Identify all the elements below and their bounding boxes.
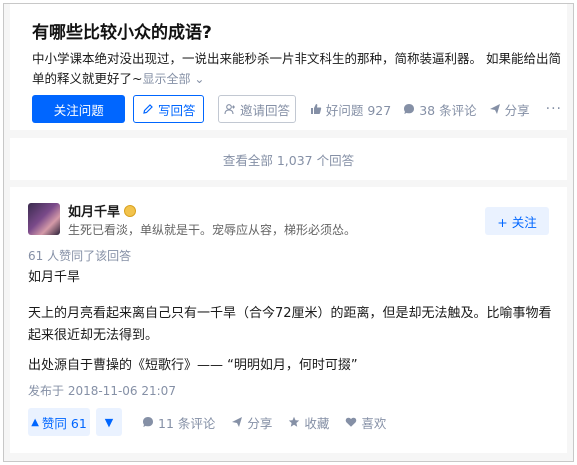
question-card: 有哪些比较小众的成语? 中小学课本绝对没出现过，一说出来能秒杀一片非文科生的那种… <box>10 4 567 130</box>
triangle-down-icon: ▼ <box>104 415 114 429</box>
good-question-label: 好问题 927 <box>325 102 392 118</box>
answer-paragraph: 出处源自于曹操的《短歌行》—— “明明如月，何时可掇” <box>28 358 358 373</box>
show-all-link[interactable]: 显示全部 ⌄ <box>142 72 204 86</box>
thumbs-up-icon <box>310 104 322 114</box>
comment-icon <box>143 417 153 427</box>
page-frame: 有哪些比较小众的成语? 中小学课本绝对没出现过，一说出来能秒杀一片非文科生的那种… <box>3 3 574 462</box>
question-title[interactable]: 有哪些比较小众的成语? <box>32 18 212 43</box>
publish-date[interactable]: 发布于 2018-11-06 21:07 <box>28 382 176 399</box>
answer-share-label: 分享 <box>247 415 273 431</box>
star-icon <box>289 416 300 427</box>
answer-share-button[interactable]: 分享 <box>231 413 272 432</box>
heart-icon <box>346 417 357 427</box>
upvote-button[interactable]: ▲ 赞同 61 <box>28 408 90 436</box>
triangle-up-icon: ▲ <box>31 416 39 428</box>
follow-author-button[interactable]: + 关注 <box>485 207 549 235</box>
question-comments-button[interactable]: 38 条评论 <box>403 100 477 119</box>
badge-icon <box>124 204 137 217</box>
answer-comments-button[interactable]: 11 条评论 <box>142 413 215 432</box>
more-options-icon[interactable]: ··· <box>546 101 562 117</box>
like-label: 喜欢 <box>361 415 387 431</box>
show-all-label: 显示全部 <box>142 72 191 86</box>
answer-comments-label: 11 条评论 <box>158 415 216 431</box>
view-all-answers-link[interactable]: 查看全部 1,037 个回答 <box>10 138 567 180</box>
author-name-row: 如月千旱 <box>68 201 137 220</box>
invite-answer-label: 邀请回答 <box>239 102 290 118</box>
upvote-count-note: 61 人赞同了该回答 <box>28 249 132 263</box>
upvote-label: 赞同 61 <box>41 415 87 431</box>
author-bio: 生死已看淡，单纵就是干。宠辱应从容，梯形必须怂。 <box>68 223 357 237</box>
author-avatar[interactable] <box>28 203 60 235</box>
author-name[interactable]: 如月千旱 <box>68 201 120 220</box>
follow-question-button[interactable]: 关注问题 <box>32 95 126 123</box>
share-icon <box>232 417 243 427</box>
question-comments-label: 38 条评论 <box>419 102 477 118</box>
good-question-button[interactable]: 好问题 927 <box>310 100 391 119</box>
share-icon <box>489 104 500 114</box>
answer-paragraph: 如月千旱 <box>28 270 81 285</box>
question-detail-text: 中小学课本绝对没出现过，一说出来能秒杀一片非文科生的那种，简称装逼利器。 如果能… <box>32 51 561 86</box>
question-share-label: 分享 <box>504 102 530 118</box>
like-button[interactable]: 喜欢 <box>345 413 386 432</box>
pencil-icon <box>143 104 153 114</box>
invite-user-icon <box>224 104 235 115</box>
answer-paragraph: 天上的月亮看起来离自己只有一千旱（合今72厘米）的距离，但是却无法触及。比喻事物… <box>28 306 552 343</box>
question-actions: 关注问题 写回答 邀请回答 好问题 927 38 条评论 分享 ··· <box>32 94 562 124</box>
favorite-label: 收藏 <box>304 415 330 431</box>
favorite-button[interactable]: 收藏 <box>288 413 329 432</box>
write-answer-button[interactable]: 写回答 <box>133 95 205 123</box>
chevron-down-icon: ⌄ <box>194 72 205 86</box>
comment-icon <box>404 104 415 114</box>
write-answer-label: 写回答 <box>157 102 196 118</box>
answer-card: 如月千旱 生死已看淡，单纵就是干。宠辱应从容，梯形必须怂。 + 关注 61 人赞… <box>10 187 567 453</box>
question-share-button[interactable]: 分享 <box>489 100 530 119</box>
invite-answer-button[interactable]: 邀请回答 <box>218 95 296 123</box>
answer-actions: ▲ 赞同 61 ▼ 11 条评论 分享 收藏 喜欢 <box>28 407 558 437</box>
question-detail: 中小学课本绝对没出现过，一说出来能秒杀一片非文科生的那种，简称装逼利器。 如果能… <box>32 49 562 89</box>
downvote-button[interactable]: ▼ <box>96 408 122 436</box>
